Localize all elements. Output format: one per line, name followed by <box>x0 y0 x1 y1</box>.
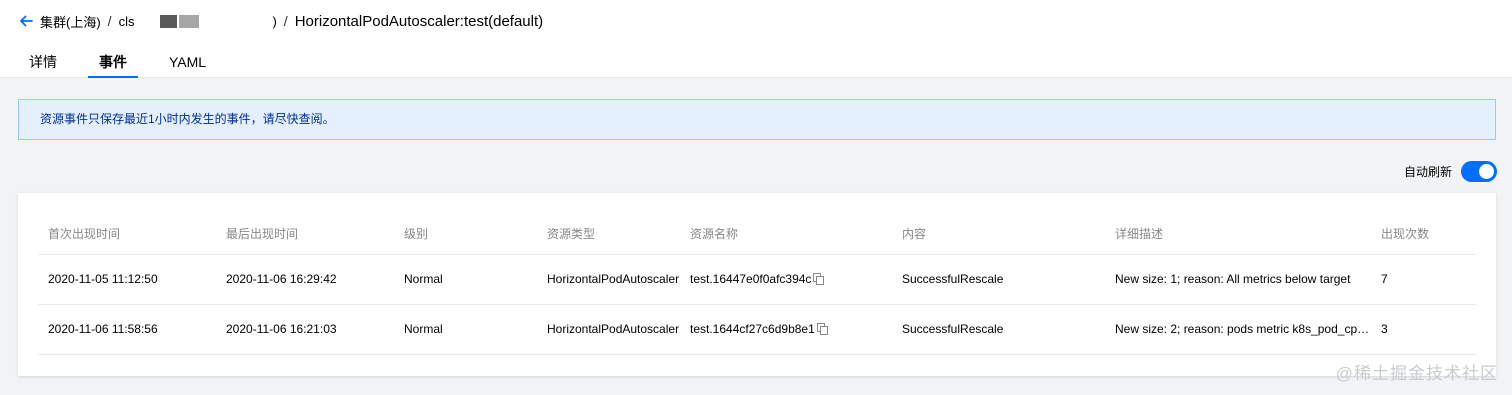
resource-name-text: test.16447e0f0afc394c <box>690 272 812 286</box>
tab-events[interactable]: 事件 <box>88 46 138 78</box>
resource-type-cell: HorizontalPodAutoscaler <box>537 254 680 305</box>
column-header: 首次出现时间 <box>38 214 216 255</box>
breadcrumb-separator: / <box>107 13 112 29</box>
count-cell: 7 <box>1371 254 1476 305</box>
copy-icon[interactable] <box>813 273 825 285</box>
table-row: 2020-11-05 11:12:50 2020-11-06 16:29:42 … <box>38 254 1476 305</box>
tab-bar: 详情 事件 YAML <box>18 46 237 78</box>
last-seen-cell: 2020-11-06 16:29:42 <box>216 254 394 305</box>
content-cell: SuccessfulRescale <box>892 254 1105 305</box>
column-header: 内容 <box>892 214 1105 255</box>
tab-yaml[interactable]: YAML <box>158 46 217 78</box>
breadcrumb: 集群(上海) / cls ) / HorizontalPodAutoscaler… <box>18 10 543 32</box>
auto-refresh-label: 自动刷新 <box>1403 165 1452 179</box>
auto-refresh-control: 自动刷新 <box>1404 161 1497 182</box>
description-cell: New size: 2; reason: pods metric k8s_pod… <box>1105 304 1371 355</box>
resource-name-cell: test.1644cf27c6d9b8e1 <box>680 304 892 355</box>
column-header: 出现次数 <box>1371 214 1476 255</box>
resource-name-text: test.1644cf27c6d9b8e1 <box>690 322 815 336</box>
breadcrumb-cluster-id-tail: ) <box>272 13 277 29</box>
copy-icon[interactable] <box>816 323 828 335</box>
tab-details[interactable]: 详情 <box>18 46 68 78</box>
content-cell: SuccessfulRescale <box>892 304 1105 355</box>
auto-refresh-toggle[interactable] <box>1461 161 1497 182</box>
table-row: 2020-11-06 11:58:56 2020-11-06 16:21:03 … <box>38 304 1476 355</box>
resource-type-cell: HorizontalPodAutoscaler <box>537 304 680 355</box>
events-card: 首次出现时间 最后出现时间 级别 资源类型 资源名称 内容 详细描述 出现次数 … <box>18 193 1496 376</box>
breadcrumb-cluster[interactable]: 集群(上海) <box>40 12 101 31</box>
arrow-left-icon[interactable] <box>18 13 34 29</box>
breadcrumb-cluster-id[interactable]: cls <box>119 14 135 29</box>
column-header: 资源类型 <box>537 214 680 255</box>
count-cell: 3 <box>1371 304 1476 355</box>
level-cell: Normal <box>394 254 537 305</box>
first-seen-cell: 2020-11-05 11:12:50 <box>38 254 216 305</box>
events-table: 首次出现时间 最后出现时间 级别 资源类型 资源名称 内容 详细描述 出现次数 … <box>38 214 1476 355</box>
column-header: 最后出现时间 <box>216 214 394 255</box>
first-seen-cell: 2020-11-06 11:58:56 <box>38 304 216 355</box>
column-header: 资源名称 <box>680 214 892 255</box>
last-seen-cell: 2020-11-06 16:21:03 <box>216 304 394 355</box>
page-title: HorizontalPodAutoscaler:test(default) <box>294 12 544 30</box>
breadcrumb-separator: / <box>283 13 288 29</box>
level-cell: Normal <box>394 304 537 355</box>
description-cell: New size: 1; reason: All metrics below t… <box>1105 254 1371 305</box>
column-header: 详细描述 <box>1105 214 1371 255</box>
top-bar: 集群(上海) / cls ) / HorizontalPodAutoscaler… <box>0 0 1512 78</box>
redacted-cluster-id <box>159 14 272 28</box>
info-notice: 资源事件只保存最近1小时内发生的事件，请尽快查阅。 <box>18 99 1496 140</box>
resource-name-cell: test.16447e0f0afc394c <box>680 254 892 305</box>
column-header: 级别 <box>394 214 537 255</box>
table-header-row: 首次出现时间 最后出现时间 级别 资源类型 资源名称 内容 详细描述 出现次数 <box>38 214 1476 255</box>
watermark: @稀土掘金技术社区 <box>1335 364 1498 383</box>
